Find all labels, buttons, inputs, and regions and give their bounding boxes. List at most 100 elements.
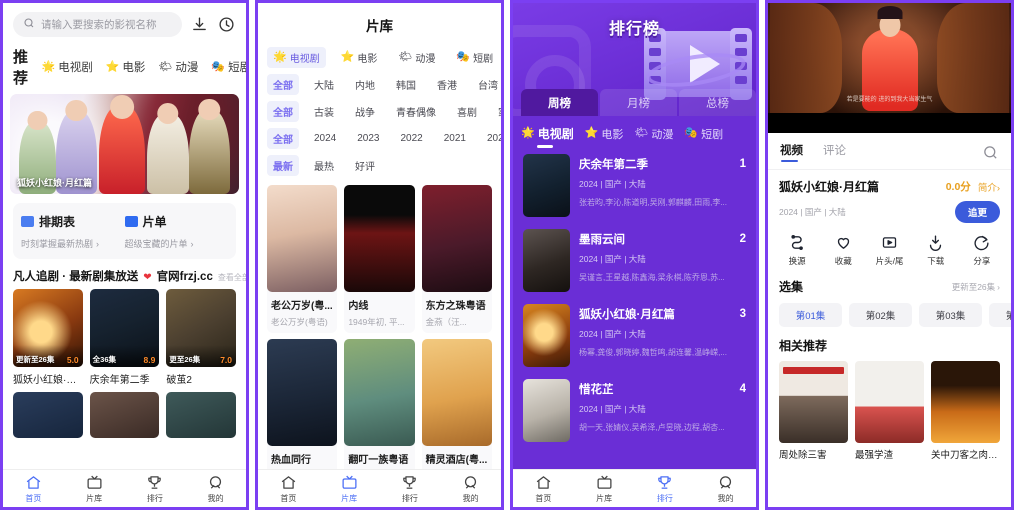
tab-tv[interactable]: 🌟 电视剧 [42,59,93,75]
filter-type-movie[interactable]: ⭐ 电影 [335,47,384,68]
nav-item-mine[interactable]: 我的 [695,474,756,504]
poster-score: 8.9 [143,355,156,365]
playlist-entry[interactable]: 片单 超级宝藏的片单 › [124,213,229,250]
filter-genre-4[interactable]: 喜剧 [451,101,483,122]
filter-type-anime[interactable]: 🌤 动漫 [392,47,441,68]
list-item[interactable] [13,392,83,438]
nav-item-home[interactable]: 首页 [3,474,64,504]
nav-item-rank[interactable]: 排行 [380,474,441,504]
nav-item-mine[interactable]: 我的 [440,474,501,504]
sort-hottest[interactable]: 最热 [308,155,340,176]
list-item[interactable]: 更新至26集 5.0 狐妖小红娘·月... [13,289,83,386]
filter-region-5[interactable]: 台湾 [472,74,501,95]
sort-rated[interactable]: 好评 [349,155,381,176]
list-item[interactable]: 全20集 6.0 老公万岁(粤... 老公万岁(粤语) [267,185,338,333]
rank-cat-anime[interactable]: 🌤 动漫 [634,126,673,142]
filter-year-all[interactable]: 全部 [267,128,299,149]
list-item[interactable]: 全58集 1.0 热血同行 清末乱世，留... [267,339,338,487]
list-item[interactable] [89,392,160,438]
episode-button-1[interactable]: 第01集 [779,303,842,327]
nav-item-library[interactable]: 片库 [574,474,635,504]
rank-cat-tv[interactable]: 🌟 电视剧 [521,125,574,148]
nav-item-rank[interactable]: 排行 [635,474,696,504]
filter-genre-5[interactable]: 家庭 [492,101,501,122]
tab-video[interactable]: 视频 [780,142,803,162]
nav-item-library[interactable]: 片库 [319,474,380,504]
segment-total[interactable]: 总榜 [679,89,756,116]
home-item-grid: 更新至26集 5.0 狐妖小红娘·月... 全36集 8.9 庆余年第二季 更至… [3,289,246,386]
list-item[interactable]: 周处除三害 [779,361,848,461]
list-item[interactable]: 最强学渣 [855,361,924,461]
cloud-icon: 🌤 [158,60,173,73]
list-item[interactable] [166,392,237,438]
table-row[interactable]: 庆余年第二季 1 2024 | 国产 | 大陆 张若昀,李沁,陈道明,吴刚,郭麒… [513,148,756,223]
poster [523,304,570,367]
list-item[interactable]: 正片 6.0 内线 1949年初, 平... [344,185,415,333]
change-source-button[interactable]: 换源 [774,234,820,267]
filter-region-1[interactable]: 大陆 [308,74,340,95]
filter-region-4[interactable]: 香港 [431,74,463,95]
nav-item-library[interactable]: 片库 [64,474,125,504]
filter-year-2022[interactable]: 2022 [395,130,429,147]
filter-genre-all[interactable]: 全部 [267,101,299,122]
history-icon[interactable] [216,15,236,35]
list-item[interactable]: 更至26集 7.0 破茧2 [166,289,237,386]
tab-shortdrama[interactable]: 🎭 短剧 [211,59,246,75]
rank-cat-movie[interactable]: ⭐ 电影 [585,126,624,142]
filter-genre-1[interactable]: 古装 [308,101,340,122]
follow-button[interactable]: 追更 [954,201,1000,223]
filter-region-3[interactable]: 韩国 [390,74,422,95]
download-icon[interactable] [189,15,209,35]
download-button[interactable]: 下载 [913,234,959,267]
tab-movie[interactable]: ⭐ 电影 [106,59,146,75]
filter-region-all[interactable]: 全部 [267,74,299,95]
tab-comments[interactable]: 评论 [823,142,846,162]
filter-genre-2[interactable]: 战争 [349,101,381,122]
episodes-more[interactable]: 更新至26集 › [952,281,1000,293]
home-tabs: 推荐 🌟 电视剧 ⭐ 电影 🌤 动漫 🎭 短剧 [3,43,246,94]
schedule-entry[interactable]: 排期表 时刻掌握最新热剧 › [21,213,125,250]
tab-anime[interactable]: 🌤 动漫 [158,59,198,75]
list-item[interactable]: 全20集 8.0 精灵酒店(粤... 精灵酒店(粤语) [421,339,492,487]
share-button[interactable]: 分享 [959,234,1005,267]
table-row[interactable]: 墨雨云间 2 2024 | 国产 | 大陆 吴谨言,王星越,陈鑫海,梁永棋,陈乔… [513,223,756,298]
sort-newest[interactable]: 最新 [267,155,299,176]
episode-button-2[interactable]: 第02集 [849,303,912,327]
segment-month[interactable]: 月榜 [600,89,677,116]
list-item[interactable]: 正片 关中刀客之肉瓤... [931,361,1000,461]
item-name: 庆余年第二季 [89,375,150,386]
search-icon[interactable] [982,144,999,161]
favorite-button[interactable]: 收藏 [820,234,866,267]
rank-cat-shortdrama[interactable]: 🎭 短剧 [684,126,723,142]
filter-year-2021[interactable]: 2021 [438,130,472,147]
list-item[interactable]: 全30集 5.0 东方之珠粤语 金燕（汪... [421,185,492,333]
filter-type-shortdrama[interactable]: 🎭 短剧 [450,47,499,68]
filter-region-2[interactable]: 内地 [349,74,381,95]
list-item[interactable]: 全20集 8.0 翻叮一族粤语 戴丽东（... [344,339,415,487]
nav-label: 我的 [462,493,479,503]
poster [166,392,237,438]
filter-genre-3[interactable]: 青春偶像 [390,101,442,122]
nav-item-rank[interactable]: 排行 [125,474,186,504]
skip-intro-button[interactable]: 片头/尾 [866,234,912,267]
tab-recommend[interactable]: 推荐 [13,46,29,88]
home-hero-banner[interactable]: 狐妖小红娘·月红篇 [10,94,239,194]
filter-year-2020[interactable]: 2020 [481,130,501,147]
filter-year-2024[interactable]: 2024 [308,130,342,147]
video-player[interactable]: 若是要能的 进的到我大当家生气 [768,3,1011,133]
segment-week[interactable]: 周榜 [521,89,598,116]
table-row[interactable]: 惜花芷 4 2024 | 国产 | 大陆 胡一天,张婧仪,吴希泽,卢昱晓,边程,… [513,373,756,448]
list-item[interactable]: 全36集 8.9 庆余年第二季 [89,289,160,386]
nav-item-mine[interactable]: 我的 [185,474,246,504]
nav-item-home[interactable]: 首页 [258,474,319,504]
table-row[interactable]: 狐妖小红娘·月红篇 3 2024 | 国产 | 大陆 杨幂,龚俊,郭晓婷,魏哲鸣… [513,298,756,373]
nav-item-home[interactable]: 首页 [513,474,574,504]
intro-link[interactable]: 简介› [971,180,1000,194]
episode-button-3[interactable]: 第03集 [919,303,982,327]
section-more-link[interactable]: 查看全部 [218,272,246,283]
filter-year-2023[interactable]: 2023 [351,130,385,147]
phone-rank: 排行榜 周榜 月榜 总榜 🌟 电视剧 ⭐ 电影 🌤 动漫 🎭 短剧 庆余年第二季… [510,0,759,510]
filter-type-tv[interactable]: 🌟 电视剧 [267,47,326,68]
search-input[interactable]: 请输入要搜索的影视名称 [13,12,182,37]
episode-button-4[interactable]: 第04集 [989,303,1011,327]
